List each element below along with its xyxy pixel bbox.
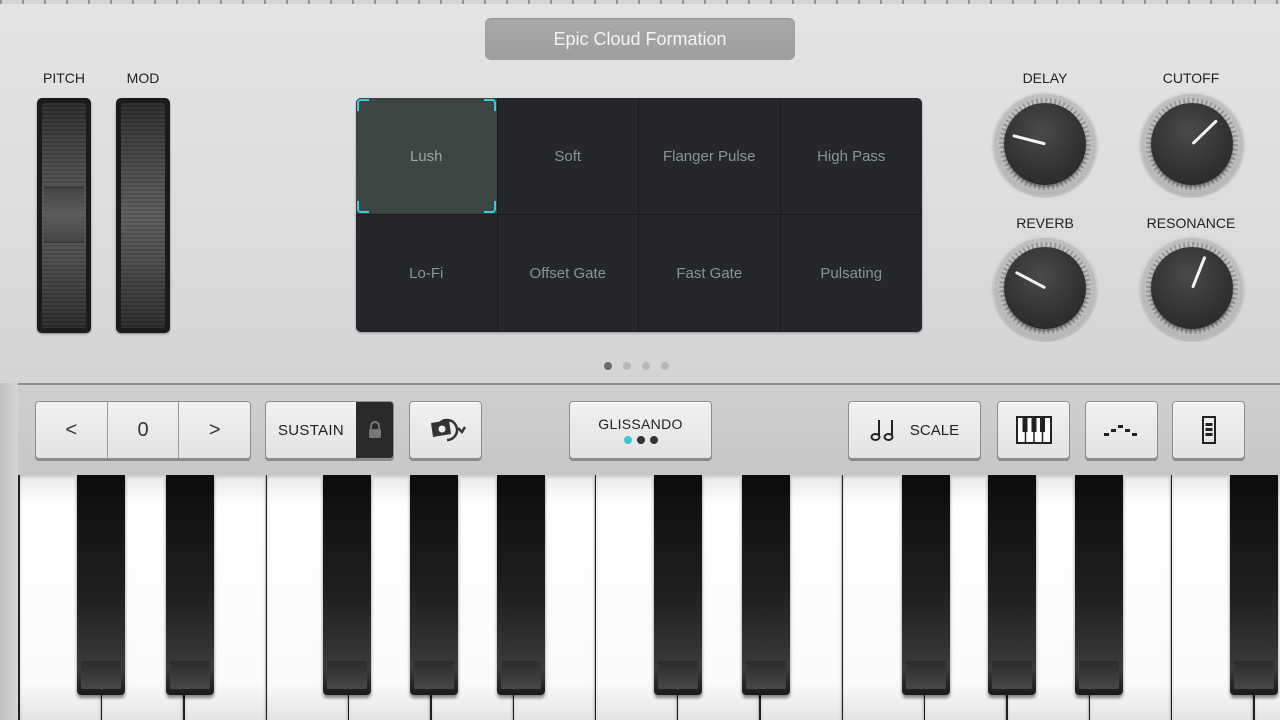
- glissando-label: GLISSANDO: [598, 416, 683, 432]
- preset-pad-label: High Pass: [817, 147, 886, 165]
- black-key[interactable]: [323, 475, 371, 695]
- preset-pad-label: Soft: [554, 147, 582, 165]
- preset-pad-pulsating[interactable]: Pulsating: [781, 215, 923, 332]
- delay-knob[interactable]: [993, 92, 1097, 196]
- arpeggiator-icon: [430, 418, 466, 442]
- mod-label: MOD: [126, 70, 160, 86]
- knob-indicator: [1014, 270, 1047, 290]
- page-dot[interactable]: [604, 362, 612, 370]
- selection-corner: [483, 99, 496, 111]
- arp-pattern-icon: [1103, 425, 1137, 436]
- page-dot[interactable]: [623, 362, 631, 370]
- sustain-lock-button[interactable]: [356, 402, 393, 458]
- cutoff-knob[interactable]: [1140, 92, 1244, 196]
- black-key[interactable]: [742, 475, 790, 695]
- cutoff-label: CUTOFF: [1162, 70, 1220, 86]
- lock-icon: [368, 421, 381, 438]
- black-key[interactable]: [654, 475, 702, 695]
- preset-pad-label: Lush: [409, 147, 443, 165]
- glissando-mode-dot: [623, 436, 632, 444]
- patch-name-button[interactable]: Epic Cloud Formation: [485, 18, 795, 60]
- instrument-panel: Epic Cloud Formation PITCH MOD Lush Soft…: [0, 0, 1280, 383]
- left-rail: [0, 383, 18, 720]
- page-dot[interactable]: [642, 362, 650, 370]
- black-key[interactable]: [1075, 475, 1123, 695]
- glissando-mode-dot: [649, 436, 658, 444]
- octave-up-button[interactable]: >: [179, 402, 250, 458]
- page-dot[interactable]: [661, 362, 669, 370]
- preset-pad-soft[interactable]: Soft: [497, 98, 639, 215]
- preset-pad-lush[interactable]: Lush: [356, 98, 498, 215]
- resonance-label: RESONANCE: [1146, 215, 1236, 231]
- octave-value: 0: [107, 402, 180, 458]
- velocity-button[interactable]: [1172, 401, 1245, 459]
- pitch-label: PITCH: [43, 70, 85, 86]
- sustain-control: SUSTAIN: [265, 401, 394, 459]
- black-key[interactable]: [166, 475, 214, 695]
- black-key[interactable]: [410, 475, 458, 695]
- panel-edge: [0, 0, 1280, 4]
- preset-pad-label: Offset Gate: [529, 265, 606, 282]
- selection-corner: [357, 99, 369, 111]
- selection-corner: [357, 201, 369, 213]
- keyboard-layout-icon: [1015, 416, 1052, 444]
- glissando-button[interactable]: GLISSANDO: [569, 401, 712, 459]
- preset-pad-lo-fi[interactable]: Lo-Fi: [356, 215, 498, 332]
- scale-label: SCALE: [909, 421, 960, 439]
- black-key[interactable]: [902, 475, 950, 695]
- preset-pad-flanger-pulse[interactable]: Flanger Pulse: [639, 98, 781, 215]
- music-notes-icon: [870, 420, 894, 441]
- preset-pad-offset-gate[interactable]: Offset Gate: [498, 215, 639, 332]
- piano-keyboard: [18, 475, 1280, 720]
- preset-pad-label: Pulsating: [820, 265, 883, 282]
- sustain-button[interactable]: SUSTAIN: [266, 402, 356, 458]
- black-key[interactable]: [497, 475, 545, 695]
- glissando-mode-dot: [636, 436, 645, 444]
- glissando-mode-indicator: [623, 436, 658, 444]
- black-key[interactable]: [77, 475, 125, 695]
- knob-indicator: [1191, 119, 1218, 146]
- octave-down-button[interactable]: <: [36, 402, 108, 458]
- delay-label: DELAY: [1022, 70, 1068, 86]
- reverb-knob[interactable]: [993, 236, 1097, 340]
- keyboard-layout-button[interactable]: [997, 401, 1070, 459]
- knob-indicator: [1191, 255, 1207, 289]
- resonance-knob[interactable]: [1140, 236, 1244, 340]
- black-key[interactable]: [1230, 475, 1278, 695]
- octave-control: < 0 >: [35, 401, 251, 459]
- mod-wheel[interactable]: [116, 98, 170, 333]
- scale-button[interactable]: SCALE: [848, 401, 981, 459]
- black-key[interactable]: [988, 475, 1036, 695]
- preset-pad-label: Lo-Fi: [409, 265, 444, 282]
- selection-corner: [483, 201, 496, 213]
- preset-pad-high-pass[interactable]: High Pass: [780, 98, 922, 215]
- knob-indicator: [1012, 134, 1046, 146]
- velocity-icon: [1201, 416, 1216, 444]
- preset-pad-label: Fast Gate: [676, 265, 743, 282]
- preset-pad-label: Flanger Pulse: [662, 147, 756, 165]
- arpeggiator-button[interactable]: [409, 401, 482, 459]
- preset-pad-fast-gate[interactable]: Fast Gate: [639, 215, 781, 332]
- page-indicator[interactable]: [604, 362, 669, 370]
- pitch-wheel[interactable]: [37, 98, 91, 333]
- reverb-label: REVERB: [1016, 215, 1074, 231]
- preset-grid: Lush Soft Flanger Pulse High Pass Lo-Fi …: [356, 98, 922, 332]
- arp-pattern-button[interactable]: [1085, 401, 1158, 459]
